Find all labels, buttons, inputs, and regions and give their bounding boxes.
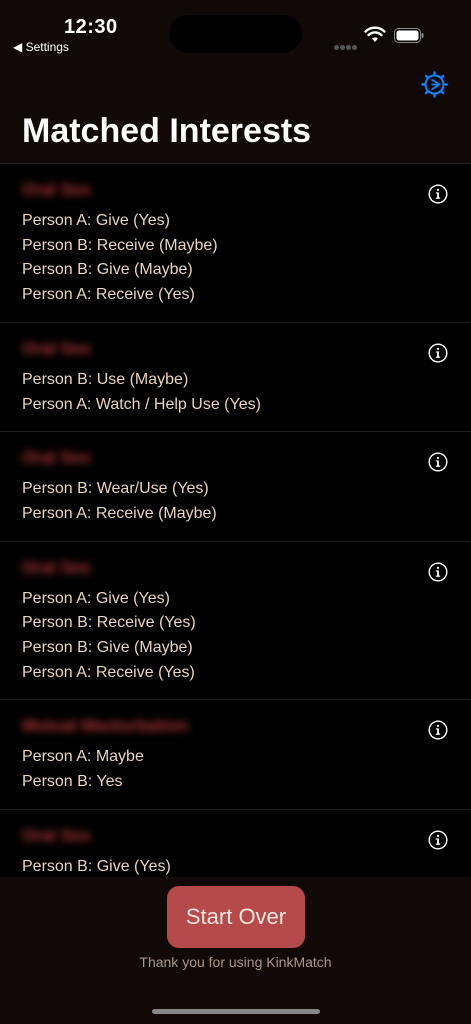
info-icon[interactable] <box>428 562 448 582</box>
info-icon[interactable] <box>428 184 448 204</box>
list-item[interactable]: Oral Sex Person A: Give (Yes) Person B: Re… <box>0 540 471 700</box>
match-line: Person A: Give (Yes) <box>22 589 170 607</box>
wifi-icon <box>364 26 386 42</box>
list-item[interactable]: Oral Sex Person A: Give (Yes) Person B: Re… <box>0 163 471 322</box>
match-line: Person A: Maybe <box>22 748 144 766</box>
battery-icon <box>394 28 424 43</box>
page-title: Matched Interests <box>22 112 312 150</box>
match-line: Person A: Give (Yes) <box>22 212 170 229</box>
info-icon[interactable] <box>428 343 448 363</box>
match-line: Person A: Watch / Help Use (Yes) <box>22 395 261 413</box>
match-line: Person B: Use (Maybe) <box>22 370 189 388</box>
match-line: Person B: Give (Maybe) <box>22 261 193 279</box>
match-line: Person B: Wear/Use (Yes) <box>22 480 209 498</box>
list-item[interactable]: Oral Sex Person B: Use (Maybe) Person A: W… <box>0 321 471 431</box>
match-line: Person A: Receive (Yes) <box>22 663 195 681</box>
interest-title: Mutual Masturbation <box>22 716 189 736</box>
start-over-button[interactable]: Start Over <box>167 886 305 948</box>
interest-title: Oral Sex <box>22 557 91 577</box>
cellular-signal-icon <box>334 37 360 50</box>
back-to-settings-link[interactable]: ◀ Settings <box>13 40 69 54</box>
info-icon[interactable] <box>428 720 448 740</box>
list-item[interactable]: Mutual Masturbation Person A: Maybe Person… <box>0 699 471 808</box>
match-line: Person B: Receive (Maybe) <box>22 236 218 254</box>
match-line: Person A: Receive (Yes) <box>22 286 195 304</box>
thank-you-text: Thank you for using KinkMatch <box>139 954 332 970</box>
interest-title: Oral Sex <box>22 825 91 845</box>
home-indicator[interactable] <box>152 1009 320 1014</box>
match-line: Person B: Receive (Yes) <box>22 614 196 632</box>
match-line: Person A: Receive (Maybe) <box>22 504 217 522</box>
interest-title: Oral Sex <box>22 338 91 358</box>
match-line: Person B: Yes <box>22 773 123 791</box>
info-icon[interactable] <box>428 830 448 850</box>
status-bar: 12:30 ◀ Settings <box>0 0 471 60</box>
interest-title: Oral Sex <box>22 180 91 199</box>
list-item[interactable]: Oral Sex Person B: Give (Yes) <box>0 808 471 877</box>
status-time: 12:30 <box>64 16 118 38</box>
match-line: Person B: Give (Yes) <box>22 857 171 875</box>
interest-title: Oral Sex <box>22 448 91 468</box>
dynamic-island <box>169 15 302 53</box>
info-icon[interactable] <box>428 452 448 472</box>
matched-interests-list[interactable]: Oral Sex Person A: Give (Yes) Person B: Re… <box>0 163 471 877</box>
settings-gear-icon[interactable] <box>421 71 448 98</box>
footer: Start Over Thank you for using KinkMatch <box>0 877 471 1024</box>
list-item[interactable]: Oral Sex Person B: Wear/Use (Yes) Person A… <box>0 431 471 540</box>
match-line: Person B: Give (Maybe) <box>22 639 193 657</box>
